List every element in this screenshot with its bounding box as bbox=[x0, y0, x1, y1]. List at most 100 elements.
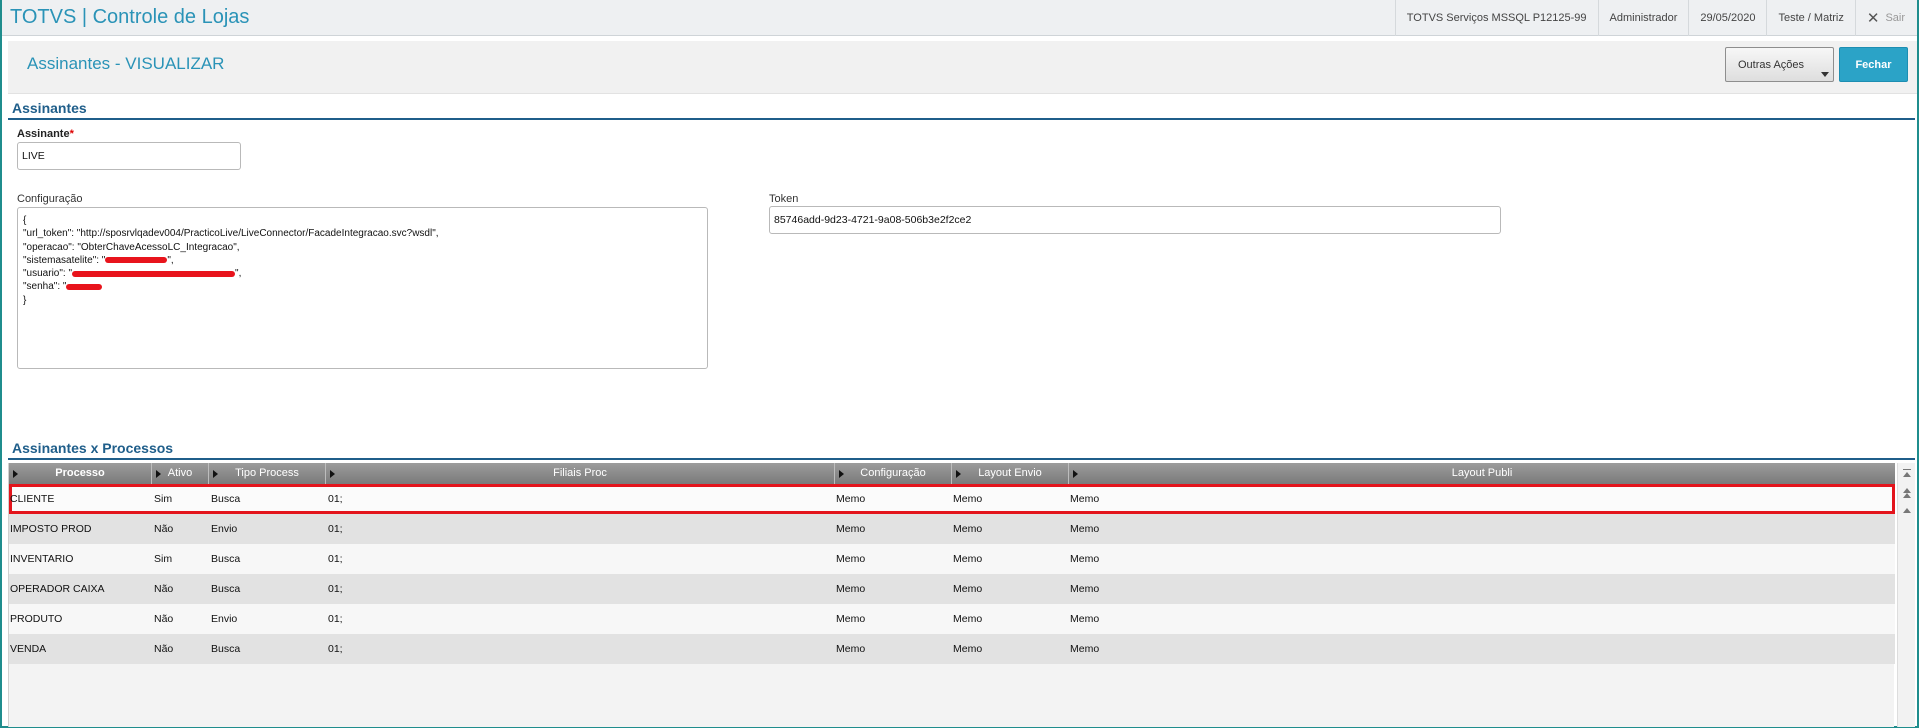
grid-scrollbar[interactable] bbox=[1897, 463, 1915, 727]
config-line: "operacao": "ObterChaveAcessoLC_Integrac… bbox=[23, 241, 240, 253]
table-cell: Memo bbox=[953, 493, 983, 505]
config-line: } bbox=[23, 294, 27, 306]
user-label[interactable]: Administrador bbox=[1597, 0, 1689, 36]
table-cell: OPERADOR CAIXA bbox=[10, 583, 105, 595]
column-header-label: Layout Publi bbox=[1451, 467, 1513, 479]
exit-button[interactable]: ✕ Sair bbox=[1854, 0, 1917, 36]
column-header-label: Ativo bbox=[167, 467, 193, 479]
table-cell: Memo bbox=[836, 523, 866, 535]
close-button[interactable]: Fechar bbox=[1839, 47, 1908, 82]
scroll-top-icon[interactable] bbox=[1902, 469, 1912, 483]
top-bar: TOTVS | Controle de Lojas TOTVS Serviços… bbox=[2, 0, 1917, 36]
section-divider bbox=[8, 458, 1915, 460]
table-cell: Não bbox=[154, 583, 174, 595]
config-line-tail: ", bbox=[235, 268, 242, 280]
table-row[interactable]: PRODUTO Não Envio 01; Memo Memo Memo bbox=[9, 604, 1895, 634]
config-line-text: "usuario": " bbox=[23, 268, 73, 280]
app-title: TOTVS | Controle de Lojas bbox=[10, 6, 250, 28]
configuracao-textarea[interactable]: { "url_token": "http://sposrvlqadev004/P… bbox=[17, 207, 708, 369]
table-cell: Memo bbox=[1070, 523, 1100, 535]
column-header-layout-publi[interactable]: Layout Publi bbox=[1069, 463, 1895, 484]
column-header-label: Processo bbox=[55, 467, 105, 479]
table-cell: 01; bbox=[328, 553, 343, 565]
column-header-label: Configuração bbox=[860, 467, 926, 479]
column-header-label: Layout Envio bbox=[978, 467, 1042, 479]
close-icon: ✕ bbox=[1866, 10, 1880, 27]
table-cell: INVENTARIO bbox=[10, 553, 74, 565]
config-line: { bbox=[23, 215, 27, 226]
config-line-redacted: "senha": " bbox=[23, 280, 702, 293]
column-header-configuracao[interactable]: Configuração bbox=[835, 463, 952, 484]
table-cell: Memo bbox=[1070, 583, 1100, 595]
table-cell: Memo bbox=[836, 613, 866, 625]
scroll-up-icon[interactable] bbox=[1902, 505, 1912, 519]
column-header-processo[interactable]: Processo bbox=[9, 463, 152, 484]
table-row-selected[interactable]: CLIENTE Sim Busca 01; Memo Memo Memo bbox=[9, 484, 1895, 514]
config-line-redacted: "sistemasatelite": " ", bbox=[23, 254, 702, 267]
table-cell: Memo bbox=[1070, 553, 1100, 565]
table-cell: Envio bbox=[211, 613, 238, 625]
table-row[interactable]: INVENTARIO Sim Busca 01; Memo Memo Memo bbox=[9, 544, 1895, 574]
table-cell: Não bbox=[154, 613, 174, 625]
column-menu-icon bbox=[839, 470, 844, 478]
table-cell: Memo bbox=[1070, 643, 1100, 655]
table-cell: PRODUTO bbox=[10, 613, 63, 625]
assinante-label: Assinante* bbox=[17, 128, 74, 140]
column-header-filiais-proc[interactable]: Filiais Proc bbox=[326, 463, 835, 484]
table-cell: CLIENTE bbox=[10, 493, 55, 505]
table-cell: Não bbox=[154, 643, 174, 655]
column-header-layout-envio[interactable]: Layout Envio bbox=[952, 463, 1069, 484]
column-menu-icon bbox=[330, 470, 335, 478]
table-row[interactable]: OPERADOR CAIXA Não Busca 01; Memo Memo Memo bbox=[9, 574, 1895, 604]
environment-label[interactable]: TOTVS Serviços MSSQL P12125-99 bbox=[1394, 0, 1598, 36]
chevron-down-icon bbox=[1821, 72, 1829, 77]
column-header-tipo-process[interactable]: Tipo Process bbox=[209, 463, 326, 484]
grid-header: Processo Ativo Tipo Process Filiais Proc… bbox=[9, 463, 1895, 484]
table-cell: Memo bbox=[953, 583, 983, 595]
column-header-label: Filiais Proc bbox=[553, 467, 607, 479]
table-cell: Sim bbox=[154, 493, 173, 505]
redaction-mark bbox=[72, 270, 236, 277]
config-line-redacted: "usuario": " ", bbox=[23, 267, 702, 280]
branch-label[interactable]: Teste / Matriz bbox=[1766, 0, 1854, 36]
table-cell: IMPOSTO PROD bbox=[10, 523, 92, 535]
table-cell: Busca bbox=[211, 493, 241, 505]
top-bar-info: TOTVS Serviços MSSQL P12125-99 Administr… bbox=[1394, 0, 1917, 36]
table-cell: 01; bbox=[328, 643, 343, 655]
table-cell: Memo bbox=[1070, 493, 1100, 505]
page-title: Assinantes - VISUALIZAR bbox=[27, 54, 225, 73]
table-cell: Busca bbox=[211, 643, 241, 655]
date-label[interactable]: 29/05/2020 bbox=[1688, 0, 1766, 36]
table-cell: Busca bbox=[211, 553, 241, 565]
token-label: Token bbox=[769, 193, 799, 205]
more-actions-button[interactable]: Outras Ações bbox=[1725, 47, 1834, 82]
table-cell: Memo bbox=[836, 553, 866, 565]
table-cell: Memo bbox=[953, 553, 983, 565]
column-menu-icon bbox=[156, 470, 161, 478]
table-cell: Memo bbox=[1070, 613, 1100, 625]
table-cell: VENDA bbox=[10, 643, 47, 655]
assinante-field[interactable]: LIVE bbox=[17, 142, 241, 170]
table-cell: 01; bbox=[328, 493, 343, 505]
token-field[interactable]: 85746add-9d23-4721-9a08-506b3e2f2ce2 bbox=[769, 206, 1501, 234]
table-cell: Envio bbox=[211, 523, 238, 535]
table-row[interactable]: IMPOSTO PROD Não Envio 01; Memo Memo Memo bbox=[9, 514, 1895, 544]
column-menu-icon bbox=[956, 470, 961, 478]
table-cell: 01; bbox=[328, 523, 343, 535]
column-header-ativo[interactable]: Ativo bbox=[152, 463, 209, 484]
column-menu-icon bbox=[13, 470, 18, 478]
redaction-mark bbox=[105, 257, 168, 264]
config-line-tail: ", bbox=[167, 254, 174, 266]
more-actions-label: Outras Ações bbox=[1738, 59, 1805, 71]
config-line-text: "sistemasatelite": " bbox=[23, 254, 106, 266]
scroll-page-up-icon[interactable] bbox=[1902, 487, 1912, 501]
processos-grid[interactable]: Processo Ativo Tipo Process Filiais Proc… bbox=[8, 463, 1895, 727]
section-divider bbox=[8, 118, 1915, 120]
column-menu-icon bbox=[213, 470, 218, 478]
redaction-mark bbox=[66, 283, 103, 290]
column-header-label: Tipo Process bbox=[235, 467, 299, 479]
table-row[interactable]: VENDA Não Busca 01; Memo Memo Memo bbox=[9, 634, 1895, 664]
config-line-text: "senha": " bbox=[23, 281, 67, 293]
column-menu-icon bbox=[1073, 470, 1078, 478]
table-cell: Memo bbox=[836, 493, 866, 505]
